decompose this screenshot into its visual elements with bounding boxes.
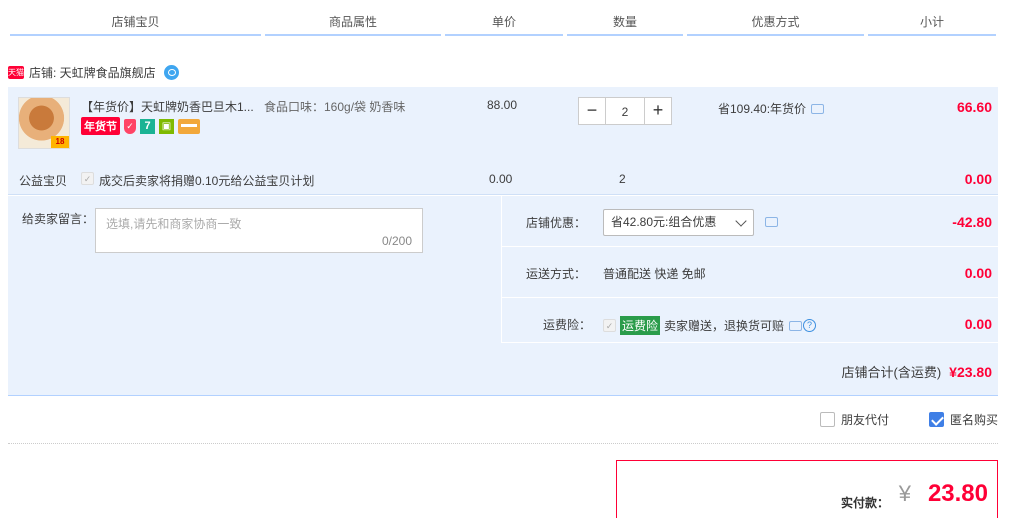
decrease-button[interactable]: − xyxy=(578,97,606,125)
checkout-options: 朋友代付 匿名购买 xyxy=(819,411,998,428)
quantity-input[interactable]: 2 xyxy=(606,97,644,125)
credit-card-icon xyxy=(178,118,200,134)
memo-label: 给卖家留言： xyxy=(22,212,95,226)
col-unit-price: 单价 xyxy=(443,0,565,36)
shop-discount-select[interactable]: 省42.80元:组合优惠 xyxy=(603,209,754,236)
delivery-amount: 0.00 xyxy=(964,265,992,281)
festival-tag: 年货节 xyxy=(81,117,120,135)
insurance-tag: 运费险 xyxy=(620,316,661,335)
delivery-row: 运送方式： 普通配送 快递 免邮 0.00 xyxy=(502,247,998,298)
message-icon[interactable] xyxy=(811,103,825,114)
anonymous-label[interactable]: 匿名购买 xyxy=(950,411,998,428)
message-icon[interactable] xyxy=(765,217,778,227)
seven-day-return-icon: 7 xyxy=(140,118,155,134)
shop-discount-value: 省42.80元:组合优惠 xyxy=(611,215,717,229)
charity-text: 成交后卖家将捐赠0.10元给公益宝贝计划 xyxy=(99,174,315,188)
col-subtotal: 小计 xyxy=(866,0,998,36)
payment-amount: 23.80 xyxy=(927,480,988,507)
insurance-value: ✓ 运费险 卖家赠送，退换货可赔 ? xyxy=(603,316,817,335)
order-options: 给卖家留言： 选填,请先和商家协商一致 0/200 店铺优惠： 省42.80元:… xyxy=(8,196,998,396)
currency-symbol: ¥ xyxy=(898,481,911,506)
help-icon[interactable]: ? xyxy=(803,319,817,332)
shield-icon: ✓ xyxy=(124,118,136,134)
shop-total: 店铺合计(含运费) ¥23.80 xyxy=(842,362,993,381)
col-quantity: 数量 xyxy=(565,0,685,36)
product-title[interactable]: 【年货价】天虹牌奶香巴旦木1... xyxy=(81,98,254,115)
charity-checkbox: ✓ xyxy=(81,172,94,185)
insurance-text: 卖家赠送，退换货可赔 xyxy=(664,319,785,333)
charity-label: 公益宝贝 xyxy=(19,174,68,188)
order-summary-rows: 店铺优惠： 省42.80元:组合优惠 -42.80 运送方式： 普通配送 快递 … xyxy=(502,196,998,343)
shop-line: 天猫 店铺: 天虹牌食品旗舰店 xyxy=(8,62,179,82)
product-thumbnail[interactable]: 18 xyxy=(18,97,70,149)
shop-total-amount: ¥23.80 xyxy=(949,364,992,380)
item-subtotal: 66.60 xyxy=(956,99,992,115)
product-tags: 年货节 ✓ 7 ▣ xyxy=(81,117,200,135)
payment-box: 实付款： ¥ 23.80 xyxy=(616,460,998,518)
memo-char-count: 0/200 xyxy=(381,234,412,248)
charity-row: 公益宝贝 ✓ 成交后卖家将捐赠0.10元给公益宝贝计划 0.00 2 0.00 xyxy=(8,165,998,193)
invoice-icon: ▣ xyxy=(159,118,174,134)
anonymous-checkbox[interactable] xyxy=(928,412,944,427)
shop-name[interactable]: 店铺: 天虹牌食品旗舰店 xyxy=(29,64,156,81)
friend-pay-label[interactable]: 朋友代付 xyxy=(841,411,889,428)
chevron-down-icon xyxy=(735,215,747,227)
col-attributes: 商品属性 xyxy=(263,0,443,36)
shop-discount-label: 店铺优惠： xyxy=(525,216,586,230)
chat-icon[interactable] xyxy=(163,64,179,80)
charity-quantity: 2 xyxy=(619,172,626,186)
insurance-row: 运费险： ✓ 运费险 卖家赠送，退换货可赔 ? 0.00 xyxy=(502,298,998,343)
message-icon[interactable] xyxy=(789,320,803,331)
quantity-stepper: − 2 + xyxy=(578,97,672,125)
memo-field[interactable]: 选填,请先和商家协商一致 0/200 xyxy=(95,208,423,253)
cart-header: 店铺宝贝 商品属性 单价 数量 优惠方式 小计 xyxy=(8,0,998,36)
item-discount: 省109.40:年货价 xyxy=(718,100,825,117)
memo-placeholder: 选填,请先和商家协商一致 xyxy=(106,217,242,231)
delivery-label: 运送方式： xyxy=(525,267,586,281)
friend-pay-checkbox[interactable] xyxy=(819,412,835,427)
insurance-label: 运费险： xyxy=(542,318,591,332)
discount-text: 省109.40:年货价 xyxy=(718,102,807,116)
col-shop-item: 店铺宝贝 xyxy=(8,0,263,36)
thumb-badge: 18 xyxy=(51,136,69,148)
col-discount: 优惠方式 xyxy=(685,0,866,36)
product-attribute: 食品口味：160g/袋 奶香味 xyxy=(264,100,406,114)
shop-total-label: 店铺合计(含运费) xyxy=(841,365,942,380)
shop-discount-row: 店铺优惠： 省42.80元:组合优惠 -42.80 xyxy=(502,196,998,247)
insurance-amount: 0.00 xyxy=(964,316,992,332)
charity-price: 0.00 xyxy=(489,172,513,186)
payment-label: 实付款： xyxy=(840,496,889,510)
insurance-checkbox: ✓ xyxy=(603,319,616,332)
separator xyxy=(8,443,998,444)
charity-subtotal: 0.00 xyxy=(964,171,992,187)
increase-button[interactable]: + xyxy=(644,97,672,125)
shop-discount-amount: -42.80 xyxy=(952,214,992,230)
unit-price: 88.00 xyxy=(487,98,518,112)
tmall-icon: 天猫 xyxy=(8,65,24,79)
delivery-value: 普通配送 快递 免邮 xyxy=(603,267,706,281)
